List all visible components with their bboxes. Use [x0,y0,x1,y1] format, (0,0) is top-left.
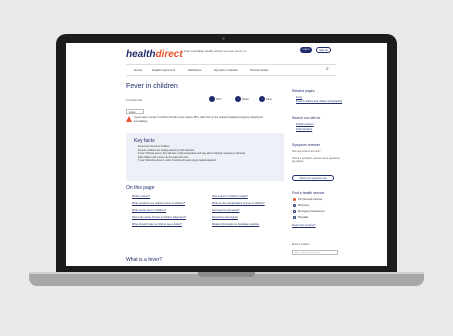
save-label[interactable]: Save [266,98,272,101]
logo-health: health [126,49,156,60]
site-header: healthdirect Free Australian health advi… [66,43,387,61]
laptop-notch [198,272,255,277]
nav-item-service-finder[interactable]: Service finder [250,68,268,72]
toc-link[interactable]: What causes fever in children? [132,209,204,213]
print-icon[interactable] [209,96,215,102]
main-nav: Home Health topics A-Z Medicines Symptom… [126,64,336,76]
related-link[interactable]: Fever in babies and children (infographi… [296,100,346,103]
alert-text: If your baby is under 3 months old with … [134,116,263,123]
location-label: Enter a location [292,243,310,246]
nav-item-medicines[interactable]: Medicines [188,68,202,72]
camera-icon [222,37,225,40]
login-button[interactable]: Log in [300,47,312,53]
search-icon[interactable]: ⌕ [326,66,329,72]
symptom-text: Check a symptom, answer some questions, … [292,157,341,163]
related-link[interactable]: Fever [296,96,302,99]
share-icon[interactable] [235,96,241,102]
key-fact-item: If your child with a fever is under 3 mo… [138,160,278,164]
key-facts-box: Key facts Fevers are common in children.… [126,133,284,181]
listen-button[interactable]: Listen [126,109,144,114]
laptop-frame: healthdirect Free Australian health advi… [0,0,453,336]
location-input[interactable]: Enter suburb or postcode [292,250,338,255]
share-label[interactable]: Share [242,98,249,101]
service-option[interactable]: Hospitals [298,216,308,219]
toc-link[interactable]: What symptoms are related to fever in ch… [132,202,204,206]
need-more-link[interactable]: Need more services? [292,224,316,227]
related-pages-title: Related pages [292,89,315,93]
toc-link[interactable]: What is a fever? [132,195,204,199]
service-radio[interactable] [293,204,296,207]
nav-item-home[interactable]: Home [134,68,142,72]
symptom-question: Not sure what to do next? [292,150,321,153]
toc-link[interactable]: How is fever in children treated? [212,195,284,199]
find-service-title: Find a health service [292,191,325,195]
key-facts-title: Key facts [134,138,155,144]
read-time: 8 minute read [126,99,142,102]
print-label[interactable]: Print [216,98,221,101]
toc-link[interactable]: Resources and support [212,216,284,220]
share-bar: Print Share Save [209,96,287,104]
symptom-checker-title: Symptom checker [292,143,321,147]
on-this-page-left: What is a fever? What symptoms are relat… [132,195,204,229]
warning-icon [126,116,132,122]
tagline: Free Australian health advice you can co… [184,49,248,53]
section-heading-what: What is a fever? [126,257,163,263]
search-site-title: Search our site for [292,116,321,120]
search-link[interactable]: Viral infections [296,128,312,131]
key-facts-list: Fevers are common in children. Fevers in… [130,146,278,164]
nav-item-health-topics[interactable]: Health topics A-Z [152,68,175,72]
page-title: Fever in children [126,83,178,90]
logo-direct: direct [155,49,183,60]
on-this-page-right: How is fever in children treated? What a… [212,195,284,229]
site-logo[interactable]: healthdirect [126,49,183,60]
save-icon[interactable] [259,96,265,102]
signup-button[interactable]: Sign up [316,47,331,53]
on-this-page-title: On this page [126,185,155,191]
nav-item-symptom-checker[interactable]: Symptom checker [214,68,238,72]
toc-link[interactable]: Can fever be prevented? [212,209,284,213]
service-radio[interactable] [293,216,296,219]
toc-link[interactable]: How is the cause of fever in children di… [132,216,204,220]
service-option[interactable]: Pharmacy [298,204,309,207]
browser-screen: healthdirect Free Australian health advi… [66,43,387,266]
service-option[interactable]: Emergency Department [298,210,324,213]
search-link[interactable]: Febrile seizures [296,123,314,126]
check-symptoms-button[interactable]: Check your symptoms now [292,175,334,181]
toc-link[interactable]: Related information on Australian websit… [212,223,284,227]
toc-link[interactable]: What are the complications of fever in c… [212,202,284,206]
service-radio[interactable] [293,210,296,213]
service-radio[interactable] [293,198,296,201]
service-option[interactable]: GP (General practice) [298,198,322,201]
toc-link[interactable]: When should I take my child to see a doc… [132,223,204,227]
